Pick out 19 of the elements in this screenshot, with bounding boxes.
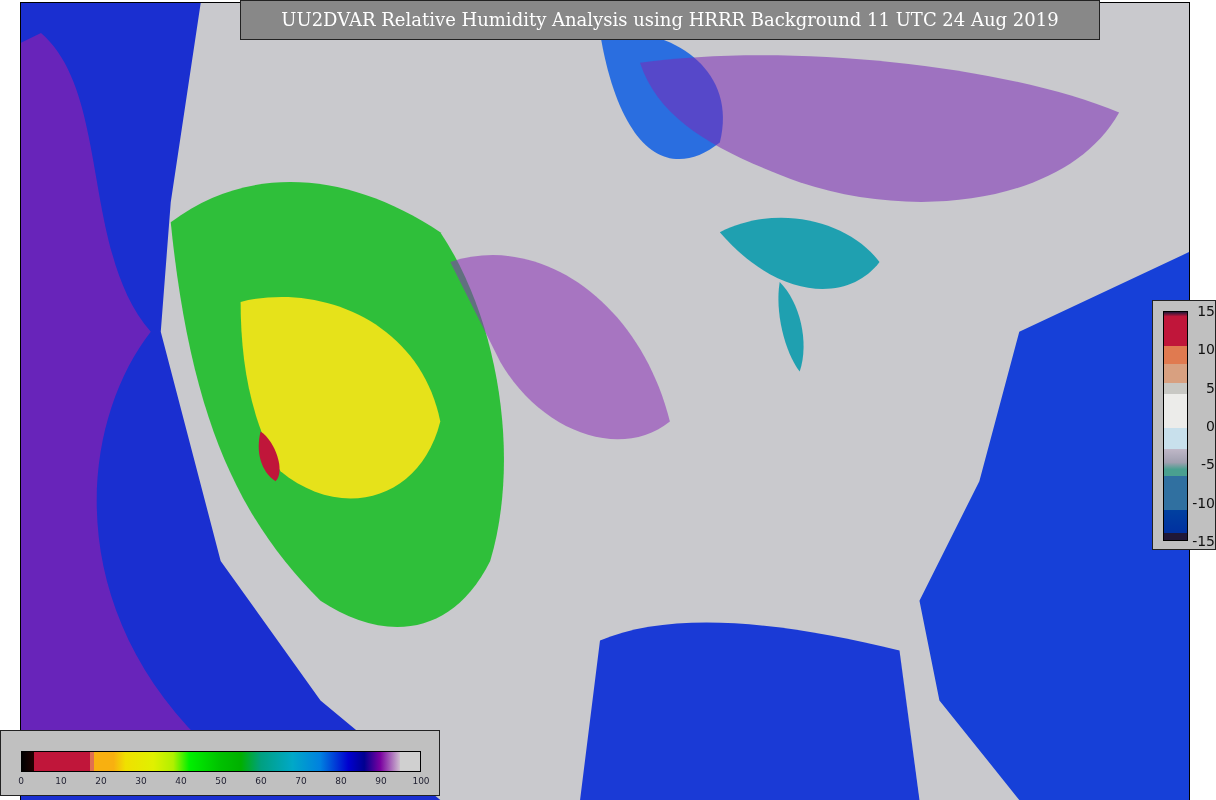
tick-label: 70: [295, 775, 307, 787]
tick-label: 60: [255, 775, 267, 787]
tick-label: 15: [1197, 303, 1215, 319]
tick-label: -10: [1192, 494, 1215, 511]
tick-label: 30: [135, 775, 147, 787]
tick-label: 0: [18, 775, 24, 787]
chart-title: UU2DVAR Relative Humidity Analysis using HRRR Background 11 UTC 24 Aug 2019: [240, 0, 1100, 40]
tick-label: 20: [95, 775, 107, 787]
tick-label: 10: [1197, 341, 1215, 358]
tick-label: -5: [1201, 456, 1215, 473]
tick-label: 50: [215, 775, 227, 787]
tick-label: 5: [1206, 379, 1215, 396]
tick-label: 10: [55, 775, 67, 787]
tick-label: 90: [375, 775, 387, 787]
tick-label: 100: [412, 775, 430, 787]
tick-label: -15: [1192, 533, 1215, 549]
tick-label: 40: [175, 775, 187, 787]
tick-label: 0: [1206, 418, 1215, 434]
tick-label: 80: [335, 775, 347, 787]
